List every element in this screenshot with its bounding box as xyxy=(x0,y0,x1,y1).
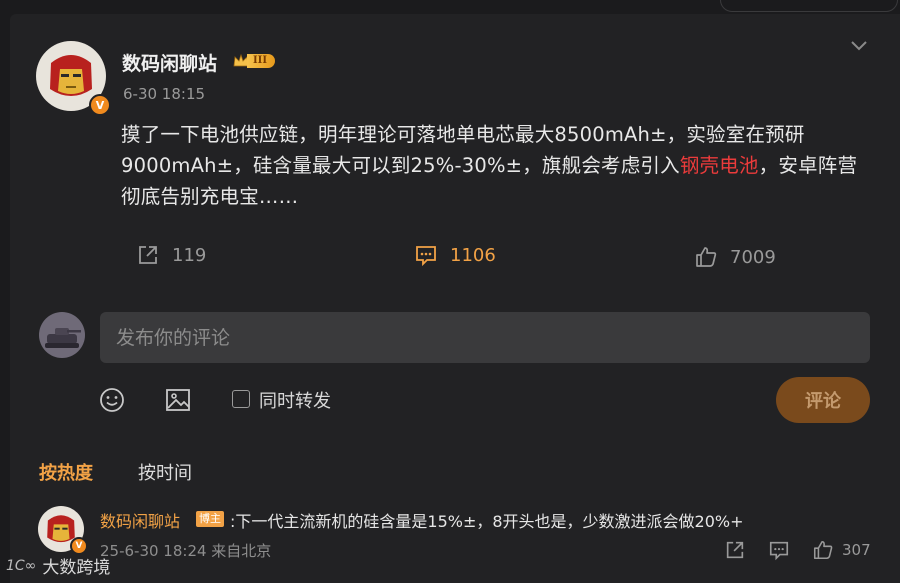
highlight-link[interactable]: 钢壳电池 xyxy=(680,154,759,177)
top-bar xyxy=(0,0,900,14)
repost-checkbox[interactable] xyxy=(232,390,250,408)
verified-badge: V xyxy=(89,94,111,116)
image-icon[interactable] xyxy=(164,386,192,414)
thumbs-up-icon xyxy=(696,247,717,267)
watermark: 1C∞ 大数跨境 xyxy=(6,553,111,579)
watermark-text: 大数跨境 xyxy=(42,558,111,578)
like-button[interactable]: 7009 xyxy=(694,243,776,271)
post-body: 摸了一下电池供应链，明年理论可落地单电芯最大8500mAh±，实验室在预研900… xyxy=(121,119,873,212)
comment-button[interactable]: 1106 xyxy=(414,241,496,269)
sort-by-hot-tab[interactable]: 按热度 xyxy=(39,459,93,485)
share-icon xyxy=(139,246,157,264)
comment-meta: 25-6-30 18:24 来自北京 xyxy=(100,542,272,560)
watermark-logo: 1C∞ xyxy=(6,557,37,574)
submit-comment-button[interactable]: 评论 xyxy=(776,377,870,423)
search-pill[interactable] xyxy=(720,0,898,12)
sort-by-time-tab[interactable]: 按时间 xyxy=(138,459,192,485)
comment-icon xyxy=(416,246,436,267)
comment-count: 1106 xyxy=(450,244,496,266)
repost-count: 119 xyxy=(172,244,207,266)
level-badge: III xyxy=(232,52,284,70)
comment-author[interactable]: 数码闲聊站 xyxy=(100,508,180,532)
comment-share-icon[interactable] xyxy=(724,539,746,561)
tank-avatar-image xyxy=(39,312,85,358)
comment-like-icon[interactable] xyxy=(812,539,834,561)
comment-input[interactable] xyxy=(100,312,870,363)
like-count: 7009 xyxy=(730,246,776,268)
comment-reply-icon[interactable] xyxy=(768,539,790,561)
comment-like-count: 307 xyxy=(842,541,871,559)
post-time[interactable]: 6-30 18:15 xyxy=(123,85,205,103)
chevron-down-icon[interactable] xyxy=(848,34,870,56)
repost-checkbox-label[interactable]: 同时转发 xyxy=(259,387,331,413)
level-label: III xyxy=(247,54,276,68)
comment-text: :下一代主流新机的硅含量是15%±，8开头也是，少数激进派会做20%+ xyxy=(230,512,744,531)
my-avatar[interactable] xyxy=(39,312,85,358)
author-name[interactable]: 数码闲聊站 xyxy=(122,49,217,76)
repost-button[interactable]: 119 xyxy=(136,241,206,269)
author-role-badge: 博主 xyxy=(196,511,224,527)
emoji-icon[interactable] xyxy=(98,386,126,414)
